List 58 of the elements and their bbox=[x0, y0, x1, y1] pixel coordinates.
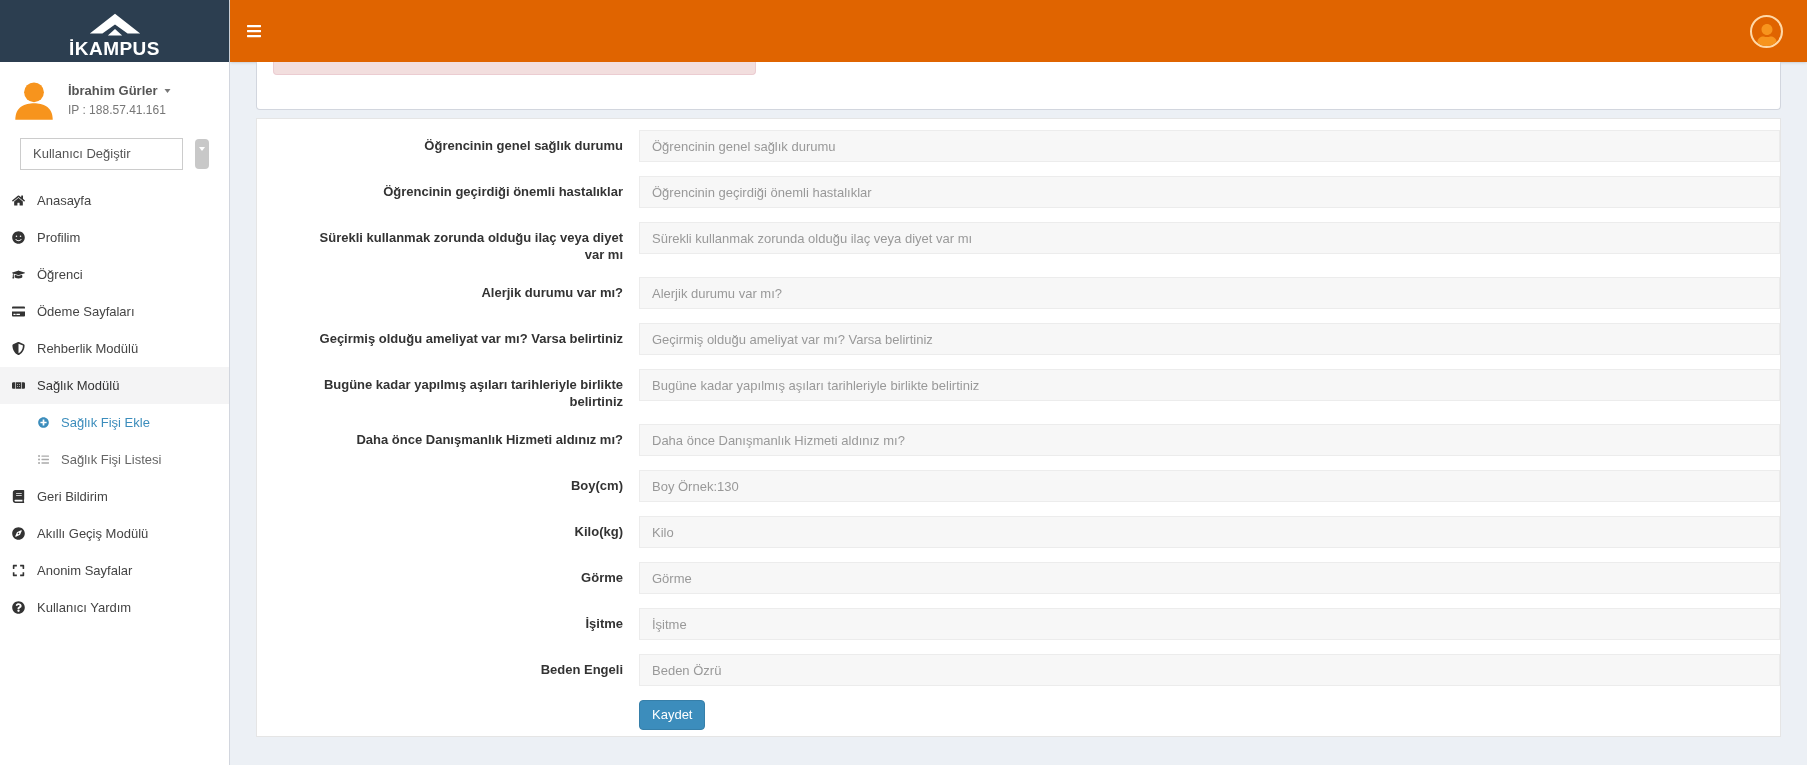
text-input[interactable]: Sürekli kullanmak zorunda olduğu ilaç veya diyet var mı bbox=[639, 222, 1780, 254]
text-input[interactable]: Kilo bbox=[639, 516, 1780, 548]
field-label: Görme bbox=[580, 569, 623, 586]
text-input[interactable]: Alerjik durumu var mı? bbox=[639, 277, 1780, 309]
help-icon bbox=[12, 601, 25, 614]
sidebar-item[interactable]: Öğrenci bbox=[0, 256, 229, 293]
user-name[interactable]: İbrahim Gürler bbox=[68, 81, 171, 101]
graduation-cap-icon bbox=[12, 268, 25, 281]
text-input[interactable]: Boy Örnek:130 bbox=[639, 470, 1780, 502]
expand-icon bbox=[12, 564, 25, 577]
switch-user-select[interactable]: Kullanıcı Değiştir bbox=[20, 138, 184, 170]
text-input[interactable]: Görme bbox=[639, 562, 1780, 594]
sidebar-item[interactable]: Geri Bildirim bbox=[0, 478, 229, 515]
text-input[interactable]: Öğrencinin geçirdiği önemli hastalıklar bbox=[639, 176, 1780, 208]
text-input[interactable]: Beden Özrü bbox=[639, 654, 1780, 686]
sidebar-item[interactable]: Akıllı Geçiş Modülü bbox=[0, 515, 229, 552]
ip-address: IP : 188.57.41.161 bbox=[68, 101, 167, 119]
shield-icon bbox=[12, 342, 25, 355]
list-icon bbox=[38, 454, 49, 465]
sidebar-item[interactable]: Kullanıcı Yardım bbox=[0, 589, 229, 626]
avatar-button[interactable] bbox=[1750, 14, 1783, 48]
field-label: Geçirmiş olduğu ameliyat var mı? Varsa belirtiniz bbox=[318, 330, 623, 347]
menu-icon[interactable] bbox=[246, 23, 262, 39]
smiley-face-icon bbox=[12, 231, 25, 244]
field-label: İşitme bbox=[584, 615, 623, 632]
sidebar-subitem[interactable]: Sağlık Fişi Ekle bbox=[0, 404, 229, 441]
sidebar-item[interactable]: Anonim Sayfalar bbox=[0, 552, 229, 589]
sidebar-item[interactable]: Ödeme Sayfaları bbox=[0, 293, 229, 330]
sidebar-subitem[interactable]: Sağlık Fişi Listesi bbox=[0, 441, 229, 478]
field-label: Bugüne kadar yapılmış aşıları tarihleriyle birlikte belirtiniz bbox=[322, 376, 623, 410]
save-button[interactable]: Kaydet bbox=[639, 700, 706, 730]
text-input[interactable]: Bugüne kadar yapılmış aşıları tarihleriyle birlikte belirtiniz bbox=[639, 369, 1780, 401]
field-label: Alerjik durumu var mı? bbox=[480, 284, 623, 301]
caret-icon bbox=[199, 147, 206, 151]
field-label: Boy(cm) bbox=[570, 477, 623, 494]
field-label: Sürekli kullanmak zorunda olduğu ilaç veya diyet var mı bbox=[318, 229, 623, 263]
sidebar-item[interactable]: Profilim bbox=[0, 219, 229, 256]
field-label: Kilo(kg) bbox=[573, 523, 623, 540]
field-label: Daha önce Danışmanlık Hizmeti aldınız mı? bbox=[355, 431, 623, 448]
bandage-icon bbox=[12, 379, 25, 392]
text-input[interactable]: Öğrencinin genel sağlık durumu bbox=[639, 130, 1780, 162]
caret-icon bbox=[163, 89, 171, 93]
book-icon bbox=[12, 490, 25, 503]
user-icon bbox=[1755, 23, 1778, 46]
select-caret-button[interactable] bbox=[195, 139, 209, 169]
sidebar-item[interactable]: Anasayfa bbox=[0, 182, 229, 219]
field-label: Beden Engeli bbox=[539, 661, 623, 678]
text-input[interactable]: Daha önce Danışmanlık Hizmeti aldınız mı? bbox=[639, 424, 1780, 456]
home-icon bbox=[12, 194, 25, 207]
brand-name: İKAMPUS bbox=[69, 39, 160, 58]
sidebar-item[interactable]: Rehberlik Modülü bbox=[0, 330, 229, 367]
text-input[interactable]: İşitme bbox=[639, 608, 1780, 640]
sidebar-item[interactable]: Sağlık Modülü bbox=[0, 367, 229, 404]
text-input[interactable]: Geçirmiş olduğu ameliyat var mı? Varsa belirtiniz bbox=[639, 323, 1780, 355]
field-label: Öğrencinin genel sağlık durumu bbox=[423, 137, 623, 154]
compass-icon bbox=[12, 527, 25, 540]
field-label: Öğrencinin geçirdiği önemli hastalıklar bbox=[382, 183, 623, 200]
credit-card-icon bbox=[12, 305, 25, 318]
